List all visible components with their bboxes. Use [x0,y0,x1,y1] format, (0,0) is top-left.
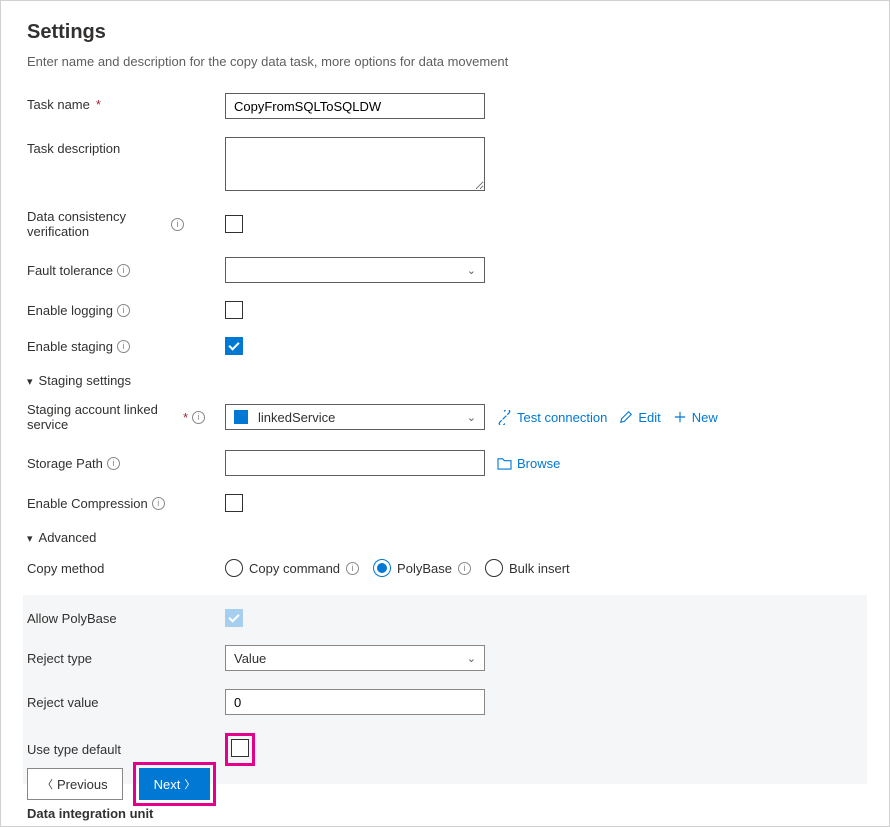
allow-polybase-checkbox [225,609,243,627]
chevron-down-icon: ⌄ [467,652,476,665]
enable-staging-label: Enable staging i [27,339,225,354]
info-icon[interactable]: i [117,264,130,277]
chevron-right-icon: 〉 [184,776,195,792]
previous-button[interactable]: 〈 Previous [27,768,123,800]
enable-logging-label: Enable logging i [27,303,225,318]
staging-linked-label: Staging account linked service * i [27,402,225,432]
new-link[interactable]: New [673,410,718,425]
info-icon[interactable]: i [117,304,130,317]
copy-method-label: Copy method [27,561,225,576]
storage-path-input[interactable] [225,450,485,476]
reject-value-input[interactable] [225,689,485,715]
storage-path-label: Storage Path i [27,456,225,471]
info-icon[interactable]: i [107,457,120,470]
bulk-insert-radio[interactable] [485,559,503,577]
polybase-radio-label: PolyBase [397,561,452,576]
edit-link[interactable]: Edit [619,410,660,425]
task-description-textarea[interactable] [225,137,485,191]
caret-down-icon [27,373,33,388]
chevron-down-icon: ⌄ [467,411,476,424]
test-connection-icon [497,410,512,425]
advanced-header[interactable]: Advanced [27,530,863,545]
task-description-label: Task description [27,137,225,156]
page-title: Settings [27,21,863,44]
fault-tolerance-dropdown[interactable]: ⌄ [225,257,485,283]
use-type-default-label: Use type default [27,742,225,757]
chevron-down-icon: ⌄ [467,264,476,277]
highlight-next: Next 〉 [133,762,217,806]
data-consistency-label: Data consistency verification i [27,209,225,239]
staging-settings-header[interactable]: Staging settings [27,373,863,388]
use-type-default-checkbox[interactable] [231,739,249,757]
enable-compression-label: Enable Compression i [27,496,225,511]
info-icon[interactable]: i [152,497,165,510]
caret-down-icon [27,530,33,545]
linked-service-dropdown[interactable]: linkedService ⌄ [225,404,485,430]
info-icon[interactable]: i [117,340,130,353]
reject-type-dropdown[interactable]: Value ⌄ [225,645,485,671]
plus-icon [673,410,687,424]
info-icon[interactable]: i [458,562,471,575]
reject-value-label: Reject value [27,695,225,710]
linked-service-icon [234,410,248,424]
copy-command-radio[interactable] [225,559,243,577]
enable-staging-checkbox[interactable] [225,337,243,355]
browse-link[interactable]: Browse [497,456,560,471]
wizard-footer: 〈 Previous Next 〉 [27,762,863,806]
allow-polybase-label: Allow PolyBase [27,611,225,626]
info-icon[interactable]: i [192,411,205,424]
bulk-insert-radio-label: Bulk insert [509,561,570,576]
enable-logging-checkbox[interactable] [225,301,243,319]
test-connection-link[interactable]: Test connection [497,410,607,425]
fault-tolerance-label: Fault tolerance i [27,263,225,278]
next-button[interactable]: Next 〉 [139,768,211,800]
pencil-icon [619,410,633,424]
settings-panel: Settings Enter name and description for … [0,0,890,827]
folder-icon [497,457,512,470]
enable-compression-checkbox[interactable] [225,494,243,512]
page-subtitle: Enter name and description for the copy … [27,54,863,69]
reject-type-label: Reject type [27,651,225,666]
copy-command-radio-label: Copy command [249,561,340,576]
task-name-label: Task name* [27,93,225,112]
chevron-left-icon: 〈 [42,776,53,792]
info-icon[interactable]: i [346,562,359,575]
task-name-input[interactable] [225,93,485,119]
polybase-radio[interactable] [373,559,391,577]
data-consistency-checkbox[interactable] [225,215,243,233]
polybase-settings-block: Allow PolyBase Reject type Value ⌄ Rejec… [23,595,867,784]
info-icon[interactable]: i [171,218,184,231]
